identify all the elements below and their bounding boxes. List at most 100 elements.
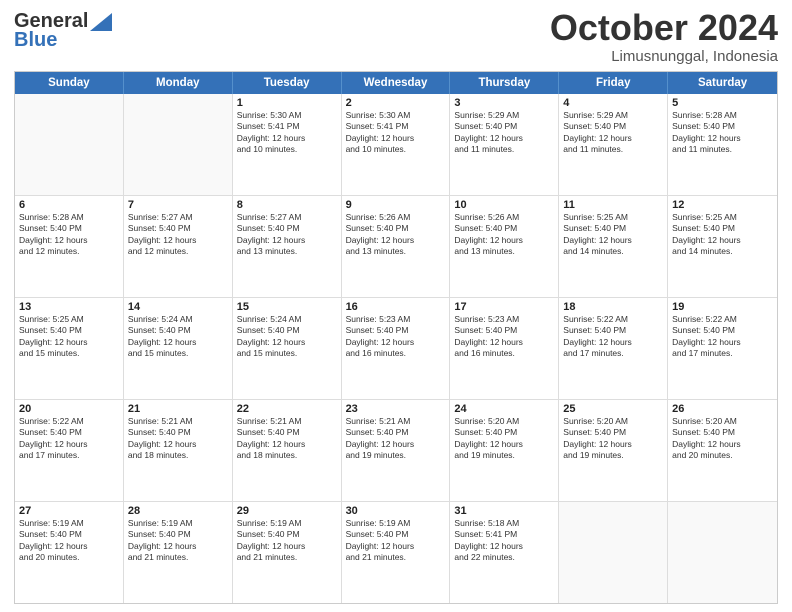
day-header-friday: Friday: [559, 72, 668, 94]
day-number: 16: [346, 301, 446, 313]
cell-details: Sunrise: 5:20 AM Sunset: 5:40 PM Dayligh…: [454, 416, 554, 462]
day-number: 8: [237, 199, 337, 211]
header: General Blue October 2024 Limusnunggal, …: [14, 10, 778, 65]
calendar-body: 1Sunrise: 5:30 AM Sunset: 5:41 PM Daylig…: [15, 94, 777, 603]
day-number: 14: [128, 301, 228, 313]
month-title: October 2024: [550, 10, 778, 46]
day-cell-16: 16Sunrise: 5:23 AM Sunset: 5:40 PM Dayli…: [342, 298, 451, 399]
cell-details: Sunrise: 5:25 AM Sunset: 5:40 PM Dayligh…: [563, 212, 663, 258]
day-number: 23: [346, 403, 446, 415]
day-cell-13: 13Sunrise: 5:25 AM Sunset: 5:40 PM Dayli…: [15, 298, 124, 399]
calendar-row-1: 1Sunrise: 5:30 AM Sunset: 5:41 PM Daylig…: [15, 94, 777, 195]
day-cell-2: 2Sunrise: 5:30 AM Sunset: 5:41 PM Daylig…: [342, 94, 451, 195]
cell-details: Sunrise: 5:23 AM Sunset: 5:40 PM Dayligh…: [454, 314, 554, 360]
day-header-thursday: Thursday: [450, 72, 559, 94]
day-number: 27: [19, 505, 119, 517]
cell-details: Sunrise: 5:22 AM Sunset: 5:40 PM Dayligh…: [563, 314, 663, 360]
day-header-monday: Monday: [124, 72, 233, 94]
calendar: SundayMondayTuesdayWednesdayThursdayFrid…: [14, 71, 778, 604]
logo-blue-text: Blue: [14, 29, 57, 52]
cell-details: Sunrise: 5:27 AM Sunset: 5:40 PM Dayligh…: [128, 212, 228, 258]
day-cell-3: 3Sunrise: 5:29 AM Sunset: 5:40 PM Daylig…: [450, 94, 559, 195]
cell-details: Sunrise: 5:30 AM Sunset: 5:41 PM Dayligh…: [346, 110, 446, 156]
day-number: 18: [563, 301, 663, 313]
cell-details: Sunrise: 5:18 AM Sunset: 5:41 PM Dayligh…: [454, 518, 554, 564]
empty-cell: [124, 94, 233, 195]
day-header-wednesday: Wednesday: [342, 72, 451, 94]
calendar-row-3: 13Sunrise: 5:25 AM Sunset: 5:40 PM Dayli…: [15, 297, 777, 399]
cell-details: Sunrise: 5:26 AM Sunset: 5:40 PM Dayligh…: [346, 212, 446, 258]
day-cell-25: 25Sunrise: 5:20 AM Sunset: 5:40 PM Dayli…: [559, 400, 668, 501]
day-cell-22: 22Sunrise: 5:21 AM Sunset: 5:40 PM Dayli…: [233, 400, 342, 501]
cell-details: Sunrise: 5:22 AM Sunset: 5:40 PM Dayligh…: [672, 314, 773, 360]
day-cell-14: 14Sunrise: 5:24 AM Sunset: 5:40 PM Dayli…: [124, 298, 233, 399]
calendar-header: SundayMondayTuesdayWednesdayThursdayFrid…: [15, 72, 777, 94]
day-cell-23: 23Sunrise: 5:21 AM Sunset: 5:40 PM Dayli…: [342, 400, 451, 501]
page: General Blue October 2024 Limusnunggal, …: [0, 0, 792, 612]
empty-cell: [668, 502, 777, 603]
day-cell-19: 19Sunrise: 5:22 AM Sunset: 5:40 PM Dayli…: [668, 298, 777, 399]
day-cell-21: 21Sunrise: 5:21 AM Sunset: 5:40 PM Dayli…: [124, 400, 233, 501]
day-cell-8: 8Sunrise: 5:27 AM Sunset: 5:40 PM Daylig…: [233, 196, 342, 297]
day-number: 30: [346, 505, 446, 517]
cell-details: Sunrise: 5:27 AM Sunset: 5:40 PM Dayligh…: [237, 212, 337, 258]
cell-details: Sunrise: 5:24 AM Sunset: 5:40 PM Dayligh…: [237, 314, 337, 360]
day-cell-24: 24Sunrise: 5:20 AM Sunset: 5:40 PM Dayli…: [450, 400, 559, 501]
cell-details: Sunrise: 5:19 AM Sunset: 5:40 PM Dayligh…: [237, 518, 337, 564]
calendar-row-5: 27Sunrise: 5:19 AM Sunset: 5:40 PM Dayli…: [15, 501, 777, 603]
cell-details: Sunrise: 5:21 AM Sunset: 5:40 PM Dayligh…: [346, 416, 446, 462]
day-number: 7: [128, 199, 228, 211]
day-number: 21: [128, 403, 228, 415]
day-cell-6: 6Sunrise: 5:28 AM Sunset: 5:40 PM Daylig…: [15, 196, 124, 297]
day-cell-11: 11Sunrise: 5:25 AM Sunset: 5:40 PM Dayli…: [559, 196, 668, 297]
day-number: 28: [128, 505, 228, 517]
day-number: 6: [19, 199, 119, 211]
day-cell-15: 15Sunrise: 5:24 AM Sunset: 5:40 PM Dayli…: [233, 298, 342, 399]
day-number: 10: [454, 199, 554, 211]
day-number: 25: [563, 403, 663, 415]
day-cell-9: 9Sunrise: 5:26 AM Sunset: 5:40 PM Daylig…: [342, 196, 451, 297]
day-cell-30: 30Sunrise: 5:19 AM Sunset: 5:40 PM Dayli…: [342, 502, 451, 603]
day-number: 15: [237, 301, 337, 313]
day-header-tuesday: Tuesday: [233, 72, 342, 94]
day-cell-17: 17Sunrise: 5:23 AM Sunset: 5:40 PM Dayli…: [450, 298, 559, 399]
empty-cell: [15, 94, 124, 195]
calendar-row-4: 20Sunrise: 5:22 AM Sunset: 5:40 PM Dayli…: [15, 399, 777, 501]
day-number: 17: [454, 301, 554, 313]
cell-details: Sunrise: 5:29 AM Sunset: 5:40 PM Dayligh…: [563, 110, 663, 156]
day-number: 24: [454, 403, 554, 415]
day-cell-28: 28Sunrise: 5:19 AM Sunset: 5:40 PM Dayli…: [124, 502, 233, 603]
cell-details: Sunrise: 5:25 AM Sunset: 5:40 PM Dayligh…: [19, 314, 119, 360]
day-cell-31: 31Sunrise: 5:18 AM Sunset: 5:41 PM Dayli…: [450, 502, 559, 603]
day-number: 31: [454, 505, 554, 517]
cell-details: Sunrise: 5:19 AM Sunset: 5:40 PM Dayligh…: [19, 518, 119, 564]
day-number: 4: [563, 97, 663, 109]
cell-details: Sunrise: 5:21 AM Sunset: 5:40 PM Dayligh…: [128, 416, 228, 462]
day-number: 2: [346, 97, 446, 109]
day-number: 13: [19, 301, 119, 313]
day-number: 26: [672, 403, 773, 415]
cell-details: Sunrise: 5:22 AM Sunset: 5:40 PM Dayligh…: [19, 416, 119, 462]
day-cell-4: 4Sunrise: 5:29 AM Sunset: 5:40 PM Daylig…: [559, 94, 668, 195]
day-header-sunday: Sunday: [15, 72, 124, 94]
day-cell-18: 18Sunrise: 5:22 AM Sunset: 5:40 PM Dayli…: [559, 298, 668, 399]
day-number: 11: [563, 199, 663, 211]
cell-details: Sunrise: 5:20 AM Sunset: 5:40 PM Dayligh…: [672, 416, 773, 462]
cell-details: Sunrise: 5:25 AM Sunset: 5:40 PM Dayligh…: [672, 212, 773, 258]
cell-details: Sunrise: 5:19 AM Sunset: 5:40 PM Dayligh…: [128, 518, 228, 564]
day-cell-27: 27Sunrise: 5:19 AM Sunset: 5:40 PM Dayli…: [15, 502, 124, 603]
cell-details: Sunrise: 5:28 AM Sunset: 5:40 PM Dayligh…: [19, 212, 119, 258]
logo: General Blue: [14, 10, 112, 52]
day-number: 29: [237, 505, 337, 517]
day-header-saturday: Saturday: [668, 72, 777, 94]
cell-details: Sunrise: 5:29 AM Sunset: 5:40 PM Dayligh…: [454, 110, 554, 156]
cell-details: Sunrise: 5:30 AM Sunset: 5:41 PM Dayligh…: [237, 110, 337, 156]
logo-icon: [90, 13, 112, 31]
title-area: October 2024 Limusnunggal, Indonesia: [550, 10, 778, 65]
cell-details: Sunrise: 5:26 AM Sunset: 5:40 PM Dayligh…: [454, 212, 554, 258]
day-number: 5: [672, 97, 773, 109]
cell-details: Sunrise: 5:19 AM Sunset: 5:40 PM Dayligh…: [346, 518, 446, 564]
location-subtitle: Limusnunggal, Indonesia: [550, 48, 778, 65]
cell-details: Sunrise: 5:20 AM Sunset: 5:40 PM Dayligh…: [563, 416, 663, 462]
day-cell-29: 29Sunrise: 5:19 AM Sunset: 5:40 PM Dayli…: [233, 502, 342, 603]
